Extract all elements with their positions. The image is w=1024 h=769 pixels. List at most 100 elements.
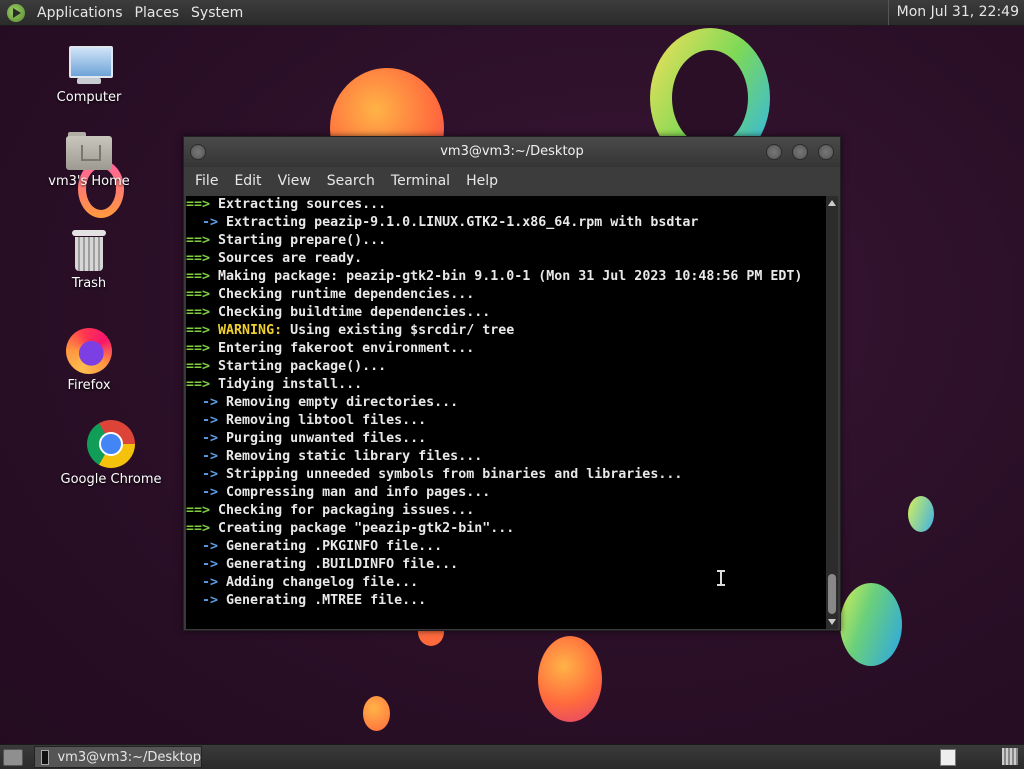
terminal-line: ==> Checking runtime dependencies...	[186, 286, 826, 304]
terminal-line: -> Extracting peazip-9.1.0.LINUX.GTK2-1.…	[186, 214, 826, 232]
line-text: Stripping unneeded symbols from binaries…	[226, 467, 683, 482]
line-text: Entering fakeroot environment...	[218, 341, 475, 356]
terminal-line: -> Stripping unneeded symbols from binar…	[186, 466, 826, 484]
line-text: Using existing $srcdir/ tree	[282, 323, 515, 338]
desktop-icon-home[interactable]: vm3's Home	[44, 130, 134, 189]
close-button[interactable]	[818, 144, 834, 160]
line-text: Starting prepare()...	[218, 233, 387, 248]
distro-logo-icon[interactable]	[7, 3, 25, 22]
line-text: Checking for packaging issues...	[218, 503, 475, 518]
terminal-line: -> Removing empty directories...	[186, 394, 826, 412]
line-text: Removing static library files...	[226, 449, 483, 464]
line-prefix: ==>	[186, 323, 219, 338]
chrome-icon	[87, 420, 135, 468]
terminal-line: -> Generating .BUILDINFO file...	[186, 556, 826, 574]
warning-label: WARNING:	[218, 323, 283, 338]
line-text: Generating .PKGINFO file...	[226, 539, 443, 554]
terminal-line: -> Generating .MTREE file...	[186, 592, 826, 610]
line-text: Extracting sources...	[218, 197, 387, 212]
line-text: Tidying install...	[218, 377, 363, 392]
terminal-line: -> Generating .PKGINFO file...	[186, 538, 826, 556]
line-prefix: ->	[186, 557, 227, 572]
line-text: Removing empty directories...	[226, 395, 459, 410]
wallpaper-small-green-blue	[908, 496, 934, 532]
menu-edit[interactable]: Edit	[226, 173, 269, 189]
terminal-line: -> Adding changelog file...	[186, 574, 826, 592]
line-prefix: ->	[186, 215, 227, 230]
line-text: Creating package "peazip-gtk2-bin"...	[218, 521, 515, 536]
line-text: Sources are ready.	[218, 251, 363, 266]
menu-search[interactable]: Search	[319, 173, 383, 189]
menu-file[interactable]: File	[187, 173, 226, 189]
line-text: Making package: peazip-gtk2-bin 9.1.0-1 …	[218, 269, 803, 284]
trash-icon	[72, 230, 106, 272]
workspace-switcher[interactable]	[940, 749, 956, 766]
desktop-icon-trash[interactable]: Trash	[58, 230, 120, 291]
line-prefix: ->	[186, 413, 227, 428]
taskbar-window-label: vm3@vm3:~/Desktop	[57, 749, 201, 765]
menu-help[interactable]: Help	[458, 173, 506, 189]
maximize-button[interactable]	[792, 144, 808, 160]
terminal-window[interactable]: vm3@vm3:~/Desktop File Edit View Search …	[183, 136, 841, 631]
terminal-line: ==> Making package: peazip-gtk2-bin 9.1.…	[186, 268, 826, 286]
desktop-icon-label: Trash	[71, 276, 107, 291]
line-prefix: ==>	[186, 503, 219, 518]
desktop-icon-label: Firefox	[67, 378, 111, 393]
terminal-line: ==> Checking buildtime dependencies...	[186, 304, 826, 322]
terminal-line: ==> Starting prepare()...	[186, 232, 826, 250]
terminal-line: -> Removing static library files...	[186, 448, 826, 466]
taskbar-window-button[interactable]: vm3@vm3:~/Desktop	[34, 746, 202, 768]
line-prefix: ==>	[186, 269, 219, 284]
window-menu-button[interactable]	[190, 144, 206, 160]
system-menu[interactable]: System	[185, 5, 249, 21]
home-folder-icon	[66, 130, 112, 170]
wallpaper-bottom-orange	[538, 636, 602, 722]
line-text: Checking runtime dependencies...	[218, 287, 475, 302]
show-desktop-icon[interactable]	[3, 749, 23, 766]
minimize-button[interactable]	[766, 144, 782, 160]
line-text: Extracting peazip-9.1.0.LINUX.GTK2-1.x86…	[226, 215, 699, 230]
menu-terminal[interactable]: Terminal	[383, 173, 458, 189]
terminal-menubar: File Edit View Search Terminal Help	[184, 167, 840, 195]
line-prefix: ->	[186, 575, 227, 590]
terminal-line: ==> Sources are ready.	[186, 250, 826, 268]
mouse-ibeam-cursor-icon	[717, 570, 725, 586]
scroll-up-arrow-icon[interactable]	[828, 200, 836, 206]
panel-trash-icon[interactable]	[1002, 748, 1018, 765]
line-prefix: ->	[186, 593, 227, 608]
scroll-down-arrow-icon[interactable]	[828, 619, 836, 625]
computer-icon	[65, 46, 113, 86]
wallpaper-green-blue-blob	[840, 583, 902, 666]
desktop-icon-label: Google Chrome	[60, 472, 162, 487]
desktop-icon-computer[interactable]: Computer	[50, 46, 128, 105]
line-text: Starting package()...	[218, 359, 387, 374]
line-prefix: ->	[186, 431, 227, 446]
terminal-line: -> Removing libtool files...	[186, 412, 826, 430]
desktop-icon-firefox[interactable]: Firefox	[55, 328, 123, 393]
desktop-icon-label: Computer	[56, 90, 122, 105]
terminal-output[interactable]: ==> Extracting sources... -> Extracting …	[186, 196, 826, 629]
line-prefix: ==>	[186, 377, 219, 392]
line-text: Generating .BUILDINFO file...	[226, 557, 459, 572]
line-prefix: ==>	[186, 305, 219, 320]
line-text: Compressing man and info pages...	[226, 485, 491, 500]
line-prefix: ==>	[186, 359, 219, 374]
applications-menu[interactable]: Applications	[31, 5, 129, 21]
scrollbar-thumb[interactable]	[828, 574, 836, 614]
line-text: Removing libtool files...	[226, 413, 427, 428]
wallpaper-tiny-orange	[363, 696, 390, 731]
menu-view[interactable]: View	[270, 173, 319, 189]
terminal-line: ==> Extracting sources...	[186, 196, 826, 214]
line-prefix: ->	[186, 467, 227, 482]
panel-clock[interactable]: Mon Jul 31, 22:49	[887, 0, 1019, 25]
terminal-line: -> Compressing man and info pages...	[186, 484, 826, 502]
window-titlebar[interactable]: vm3@vm3:~/Desktop	[184, 137, 840, 167]
line-prefix: ==>	[186, 197, 219, 212]
terminal-line: ==> WARNING: Using existing $srcdir/ tre…	[186, 322, 826, 340]
terminal-scrollbar[interactable]	[826, 196, 838, 629]
places-menu[interactable]: Places	[129, 5, 186, 21]
desktop-icon-chrome[interactable]: Google Chrome	[58, 420, 164, 487]
line-prefix: ==>	[186, 287, 219, 302]
line-prefix: ->	[186, 395, 227, 410]
line-prefix: ==>	[186, 251, 219, 266]
